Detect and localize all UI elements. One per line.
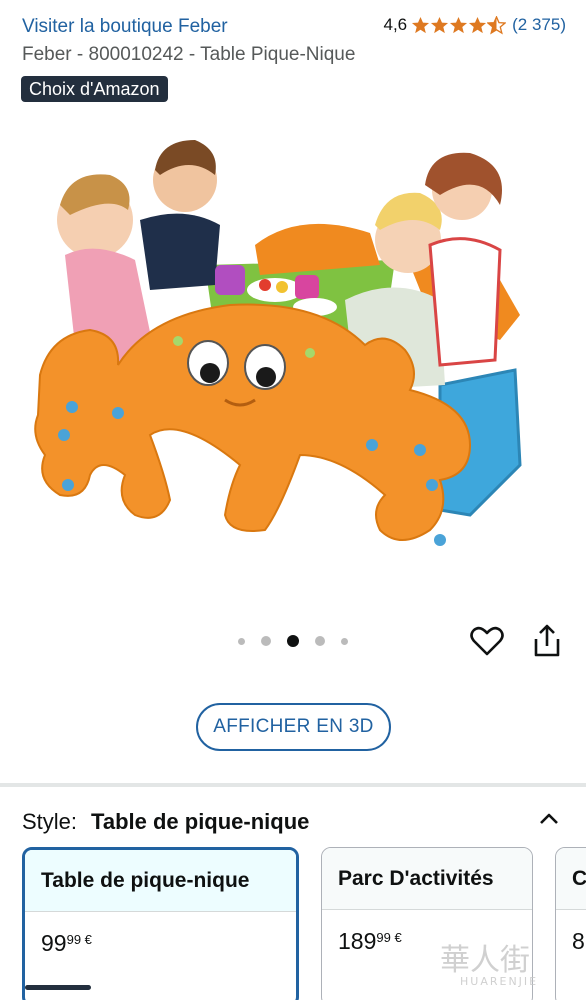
carousel-dot[interactable] — [341, 637, 348, 645]
amazon-choice-badge: Choix d'Amazon — [21, 76, 168, 102]
product-title: Feber - 800010242 - Table Pique-Nique — [22, 44, 356, 65]
style-option-name: C — [556, 848, 586, 910]
price-cents: 99 € — [376, 930, 402, 945]
product-photo-picnic-table — [34, 140, 522, 546]
carousel-dot[interactable] — [315, 636, 325, 646]
rating-summary[interactable]: 4,6 (2 375) — [383, 15, 566, 35]
section-divider — [0, 783, 586, 787]
style-option-name: Table de pique-nique — [25, 850, 296, 912]
watermark-sub: HUARENJIE — [460, 975, 539, 988]
style-label: Style: — [22, 809, 78, 834]
style-selector-header[interactable]: Style: Table de pique-nique — [22, 806, 568, 838]
rating-count[interactable]: (2 375) — [512, 15, 566, 35]
rating-stars — [411, 15, 507, 35]
chevron-up-icon[interactable] — [538, 810, 560, 826]
star-full-icon — [431, 16, 449, 33]
price-whole: 189 — [338, 928, 377, 954]
view-in-3d-button[interactable]: AFFICHER EN 3D — [196, 703, 391, 751]
style-option-name: Parc D'activités — [322, 848, 532, 910]
rating-value: 4,6 — [383, 15, 408, 34]
star-full-icon — [469, 16, 487, 33]
watermark-main: 華人街 — [440, 943, 530, 978]
style-selected-value: Table de pique-nique — [91, 809, 310, 834]
heart-icon[interactable] — [470, 625, 504, 657]
carousel-dot[interactable] — [261, 636, 271, 646]
price-whole: 99 — [41, 930, 67, 956]
carousel-dot[interactable] — [238, 637, 245, 645]
style-option-picnic-table[interactable]: Table de pique-nique 99 99 € — [22, 847, 299, 1000]
price-cents: 99 € — [66, 932, 92, 947]
watermark: 華人街 HUARENJIE — [440, 935, 586, 995]
share-icon[interactable] — [532, 624, 562, 658]
star-full-icon — [450, 16, 468, 33]
store-link[interactable]: Visiter la boutique Feber — [22, 16, 228, 38]
star-full-icon — [412, 16, 430, 33]
scroll-indicator — [25, 985, 91, 990]
style-option-price: 99 99 € — [25, 912, 296, 957]
product-image[interactable] — [0, 115, 586, 615]
carousel-dot-active[interactable] — [287, 635, 299, 647]
product-header: Visiter la boutique Feber 4,6 (2 375) Fe… — [0, 0, 586, 110]
star-half-icon — [487, 15, 507, 35]
